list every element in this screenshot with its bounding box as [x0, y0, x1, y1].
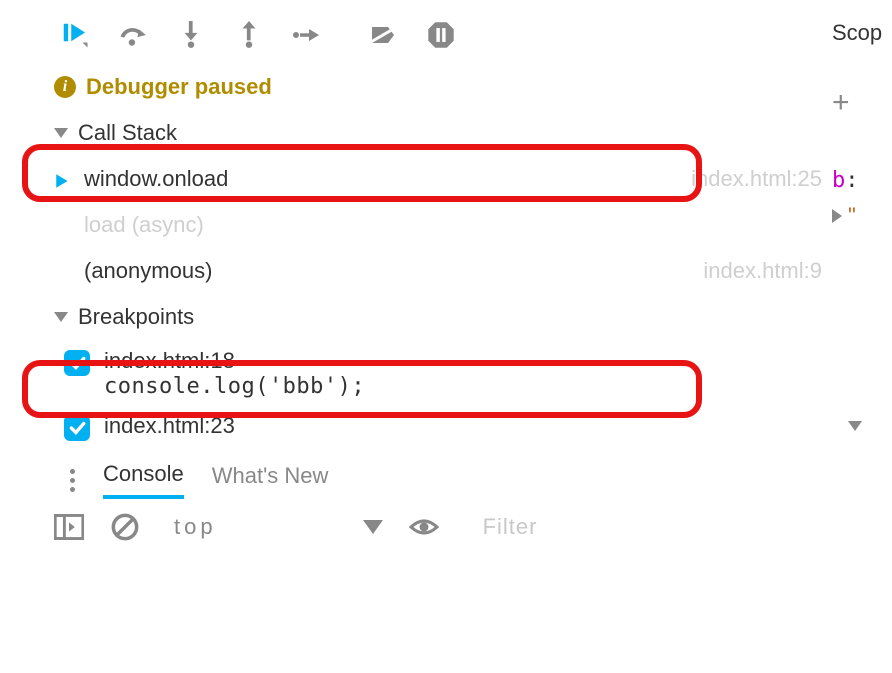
- breakpoints-section-header[interactable]: Breakpoints: [0, 294, 892, 340]
- current-frame-icon: [54, 170, 72, 188]
- callstack-async-divider: load (async): [0, 202, 892, 248]
- breakpoint-code: console.log('bbb');: [104, 374, 365, 399]
- callstack-frame[interactable]: (anonymous) index.html:9: [0, 248, 892, 294]
- info-icon: i: [54, 76, 76, 98]
- breakpoint-item[interactable]: index.html:23: [0, 405, 848, 447]
- context-selector[interactable]: top: [174, 514, 217, 540]
- chevron-down-icon: [54, 312, 68, 322]
- console-toolbar: top Filter: [0, 499, 892, 541]
- debugger-toolbar: [0, 0, 892, 70]
- scope-label: Scop: [832, 20, 892, 46]
- resume-button[interactable]: [60, 20, 90, 50]
- callstack-section-header[interactable]: Call Stack: [0, 110, 892, 156]
- scope-value[interactable]: ": [832, 203, 892, 229]
- section-title: Breakpoints: [78, 304, 194, 330]
- console-sidebar-toggle-icon[interactable]: [54, 513, 84, 541]
- deactivate-breakpoints-button[interactable]: [368, 20, 398, 50]
- eye-icon[interactable]: [409, 513, 439, 541]
- tab-console[interactable]: Console: [103, 461, 184, 499]
- step-out-button[interactable]: [234, 20, 264, 50]
- breakpoint-location: index.html:23: [104, 413, 235, 439]
- frame-location: index.html:9: [703, 258, 822, 284]
- scope-variable[interactable]: b:: [832, 168, 892, 193]
- chevron-down-icon: [54, 128, 68, 138]
- step-over-button[interactable]: [118, 20, 148, 50]
- breakpoint-location: index.html:18: [104, 348, 365, 374]
- pause-on-exceptions-button[interactable]: [426, 20, 456, 50]
- clear-console-icon[interactable]: [110, 513, 140, 541]
- step-button[interactable]: [292, 20, 322, 50]
- chevron-down-icon[interactable]: [848, 421, 862, 431]
- frame-name: window.onload: [84, 166, 679, 192]
- more-tabs-icon[interactable]: [70, 469, 75, 492]
- debugger-status: i Debugger paused: [0, 70, 892, 110]
- chevron-right-icon: [832, 209, 842, 223]
- step-into-button[interactable]: [176, 20, 206, 50]
- filter-input[interactable]: Filter: [483, 514, 538, 540]
- section-title: Call Stack: [78, 120, 177, 146]
- callstack-frame[interactable]: window.onload index.html:25: [0, 156, 892, 202]
- drawer-tabs: Console What's New: [0, 447, 892, 499]
- scope-panel: Scop + b: ": [832, 20, 892, 229]
- tab-whats-new[interactable]: What's New: [212, 463, 329, 497]
- chevron-down-icon[interactable]: [363, 520, 383, 534]
- add-icon[interactable]: +: [832, 86, 892, 120]
- breakpoint-item[interactable]: index.html:18 console.log('bbb');: [0, 340, 892, 405]
- breakpoint-checkbox[interactable]: [64, 350, 90, 376]
- breakpoint-checkbox[interactable]: [64, 415, 90, 441]
- status-text: Debugger paused: [86, 74, 272, 100]
- frame-name: load (async): [54, 212, 862, 238]
- frame-location: index.html:25: [691, 166, 822, 192]
- frame-name: (anonymous): [54, 258, 691, 284]
